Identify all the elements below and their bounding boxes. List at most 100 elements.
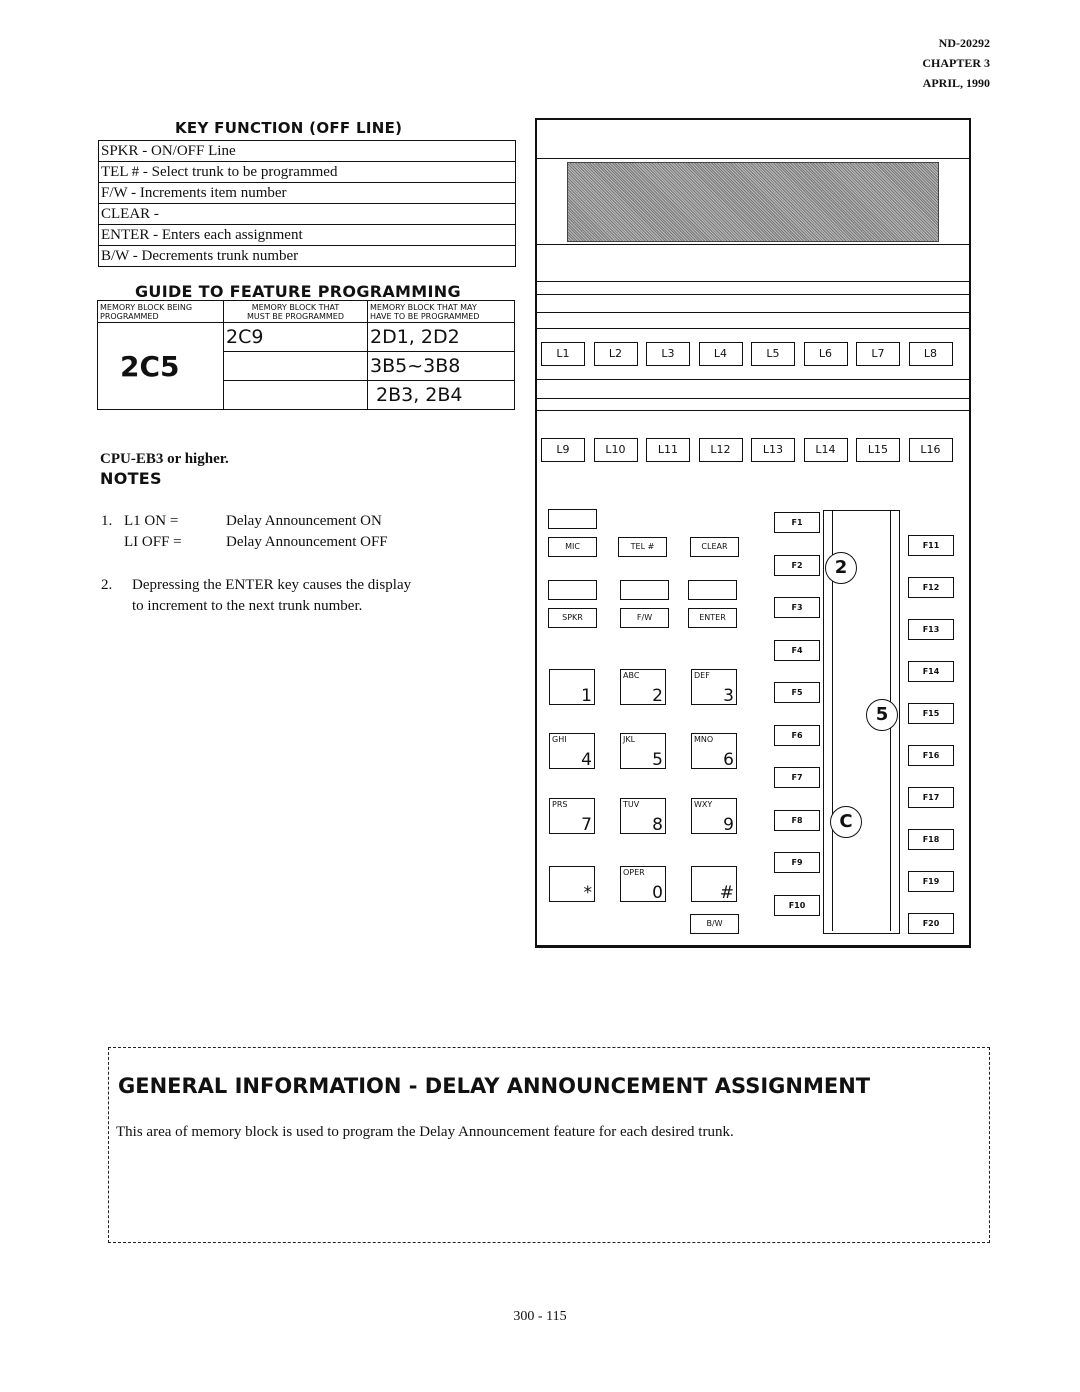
line-key-14[interactable]: L14 — [803, 438, 848, 462]
function-key-f16[interactable]: F16 — [908, 745, 954, 766]
page-number: 300 - 115 — [513, 1309, 567, 1324]
key-function-title: KEY FUNCTION (OFF LINE) — [175, 119, 403, 137]
divider — [537, 244, 969, 245]
tel-key[interactable]: TEL # — [618, 537, 667, 557]
must-cell: 2C9 — [223, 322, 368, 352]
dial-key-2[interactable]: ABC 2 — [620, 669, 666, 706]
header-text: MEMORY BLOCK THAT MAY — [370, 302, 477, 312]
dial-key-digit: * — [583, 883, 593, 903]
note-text: Delay Announcement OFF — [226, 534, 388, 550]
divider — [537, 312, 969, 313]
bw-key[interactable]: B/W — [690, 914, 739, 934]
date: APRIL, 1990 — [922, 76, 990, 90]
note-label: LI OFF = — [124, 534, 182, 550]
line-key-10[interactable]: L10 — [593, 438, 638, 462]
dial-key-1[interactable]: 1 — [549, 669, 595, 706]
header-text: MEMORY BLOCK THAT — [251, 302, 340, 312]
divider — [537, 398, 969, 399]
line-key-6[interactable]: L6 — [803, 342, 848, 366]
enter-key[interactable]: ENTER — [688, 608, 737, 628]
dial-key-letters: PRS — [552, 800, 568, 809]
function-key-f5[interactable]: F5 — [774, 682, 820, 703]
note-text: Delay Announcement ON — [226, 513, 382, 529]
function-key-f8[interactable]: F8 — [774, 809, 820, 831]
dial-key-8[interactable]: TUV 8 — [620, 798, 666, 835]
line-key-9[interactable]: L9 — [541, 438, 585, 462]
function-key-f3[interactable]: F3 — [774, 597, 820, 618]
clear-key[interactable]: CLEAR — [690, 537, 739, 557]
line-key-11[interactable]: L11 — [646, 438, 690, 462]
line-key-13[interactable]: L13 — [751, 438, 795, 462]
lcd-display — [567, 162, 939, 242]
blank-key[interactable] — [548, 509, 597, 529]
line-key-7[interactable]: L7 — [856, 342, 900, 366]
function-key-f19[interactable]: F19 — [908, 871, 954, 892]
function-key-f6[interactable]: F6 — [774, 724, 820, 746]
function-key-f11[interactable]: F11 — [908, 535, 954, 556]
line-key-5[interactable]: L5 — [751, 342, 795, 366]
dial-key-6[interactable]: MNO 6 — [691, 733, 737, 770]
blank-key[interactable] — [548, 580, 597, 600]
dial-key-#[interactable]: # — [691, 866, 737, 903]
function-key-f2[interactable]: F2 — [774, 554, 820, 576]
dial-key-letters: WXY — [694, 800, 713, 809]
function-key-f9[interactable]: F9 — [774, 852, 820, 873]
may-cell: 3B5~3B8 — [367, 351, 515, 381]
dial-key-7[interactable]: PRS 7 — [549, 798, 595, 835]
divider — [537, 281, 969, 282]
blank-key[interactable] — [620, 580, 669, 600]
function-key-f13[interactable]: F13 — [908, 619, 954, 640]
dial-key-digit: 3 — [723, 686, 734, 706]
must-cell — [223, 380, 368, 410]
dial-key-digit: 5 — [652, 750, 663, 770]
line-key-12[interactable]: L12 — [698, 438, 743, 462]
dial-key-5[interactable]: JKL 5 — [620, 733, 666, 770]
dial-key-9[interactable]: WXY 9 — [691, 798, 737, 835]
function-key-f20[interactable]: F20 — [908, 913, 954, 934]
divider — [537, 294, 969, 295]
function-key-f7[interactable]: F7 — [774, 767, 820, 788]
note-number: 1. — [101, 513, 113, 529]
function-key-f1[interactable]: F1 — [774, 512, 820, 533]
dial-key-digit: # — [719, 883, 734, 903]
function-key-f18[interactable]: F18 — [908, 829, 954, 850]
line-key-16[interactable]: L16 — [908, 438, 953, 462]
line-key-1[interactable]: L1 — [541, 342, 585, 366]
note-label: L1 ON = — [124, 513, 179, 529]
line-key-3[interactable]: L3 — [646, 342, 690, 366]
marker-c-icon: C — [830, 806, 862, 838]
line-key-4[interactable]: L4 — [698, 342, 743, 366]
dial-key-4[interactable]: GHI 4 — [549, 733, 595, 770]
line-key-15[interactable]: L15 — [856, 438, 900, 462]
dial-key-*[interactable]: * — [549, 866, 595, 903]
general-info-text: This area of memory block is used to pro… — [116, 1124, 734, 1140]
general-info-title: GENERAL INFORMATION - DELAY ANNOUNCEMENT… — [118, 1074, 871, 1098]
function-key-f10[interactable]: F10 — [774, 894, 820, 916]
spkr-key[interactable]: SPKR — [548, 608, 597, 628]
dial-key-letters: MNO — [694, 735, 714, 744]
divider — [537, 379, 969, 380]
dial-key-digit: 4 — [581, 750, 592, 770]
mic-key[interactable]: MIC — [548, 537, 597, 557]
function-key-f14[interactable]: F14 — [908, 661, 954, 682]
dial-key-0[interactable]: OPER 0 — [620, 866, 666, 903]
function-key-f15[interactable]: F15 — [908, 703, 954, 724]
line-key-8[interactable]: L8 — [908, 342, 953, 366]
blank-key[interactable] — [688, 580, 737, 600]
dial-key-3[interactable]: DEF 3 — [691, 669, 737, 706]
dial-key-digit: 7 — [581, 815, 592, 835]
guide-table: MEMORY BLOCK BEING PROGRAMMED MEMORY BLOC… — [97, 300, 515, 410]
header-text: MEMORY BLOCK BEING — [100, 302, 193, 312]
dial-key-letters: ABC — [623, 671, 640, 680]
document-page: ND-20292 CHAPTER 3 APRIL, 1990 KEY FUNCT… — [0, 0, 1080, 1392]
function-key-f12[interactable]: F12 — [908, 577, 954, 598]
function-key-f4[interactable]: F4 — [774, 639, 820, 661]
function-key-f17[interactable]: F17 — [908, 787, 954, 808]
key-function-table: SPKR - ON/OFF Line TEL # - Select trunk … — [98, 140, 516, 267]
note-text: Depressing the ENTER key causes the disp… — [132, 577, 412, 593]
line-key-2[interactable]: L2 — [593, 342, 638, 366]
dial-key-letters: OPER — [623, 868, 645, 877]
must-cell — [223, 351, 368, 381]
phone-diagram — [535, 118, 971, 948]
fw-key[interactable]: F/W — [620, 608, 669, 628]
